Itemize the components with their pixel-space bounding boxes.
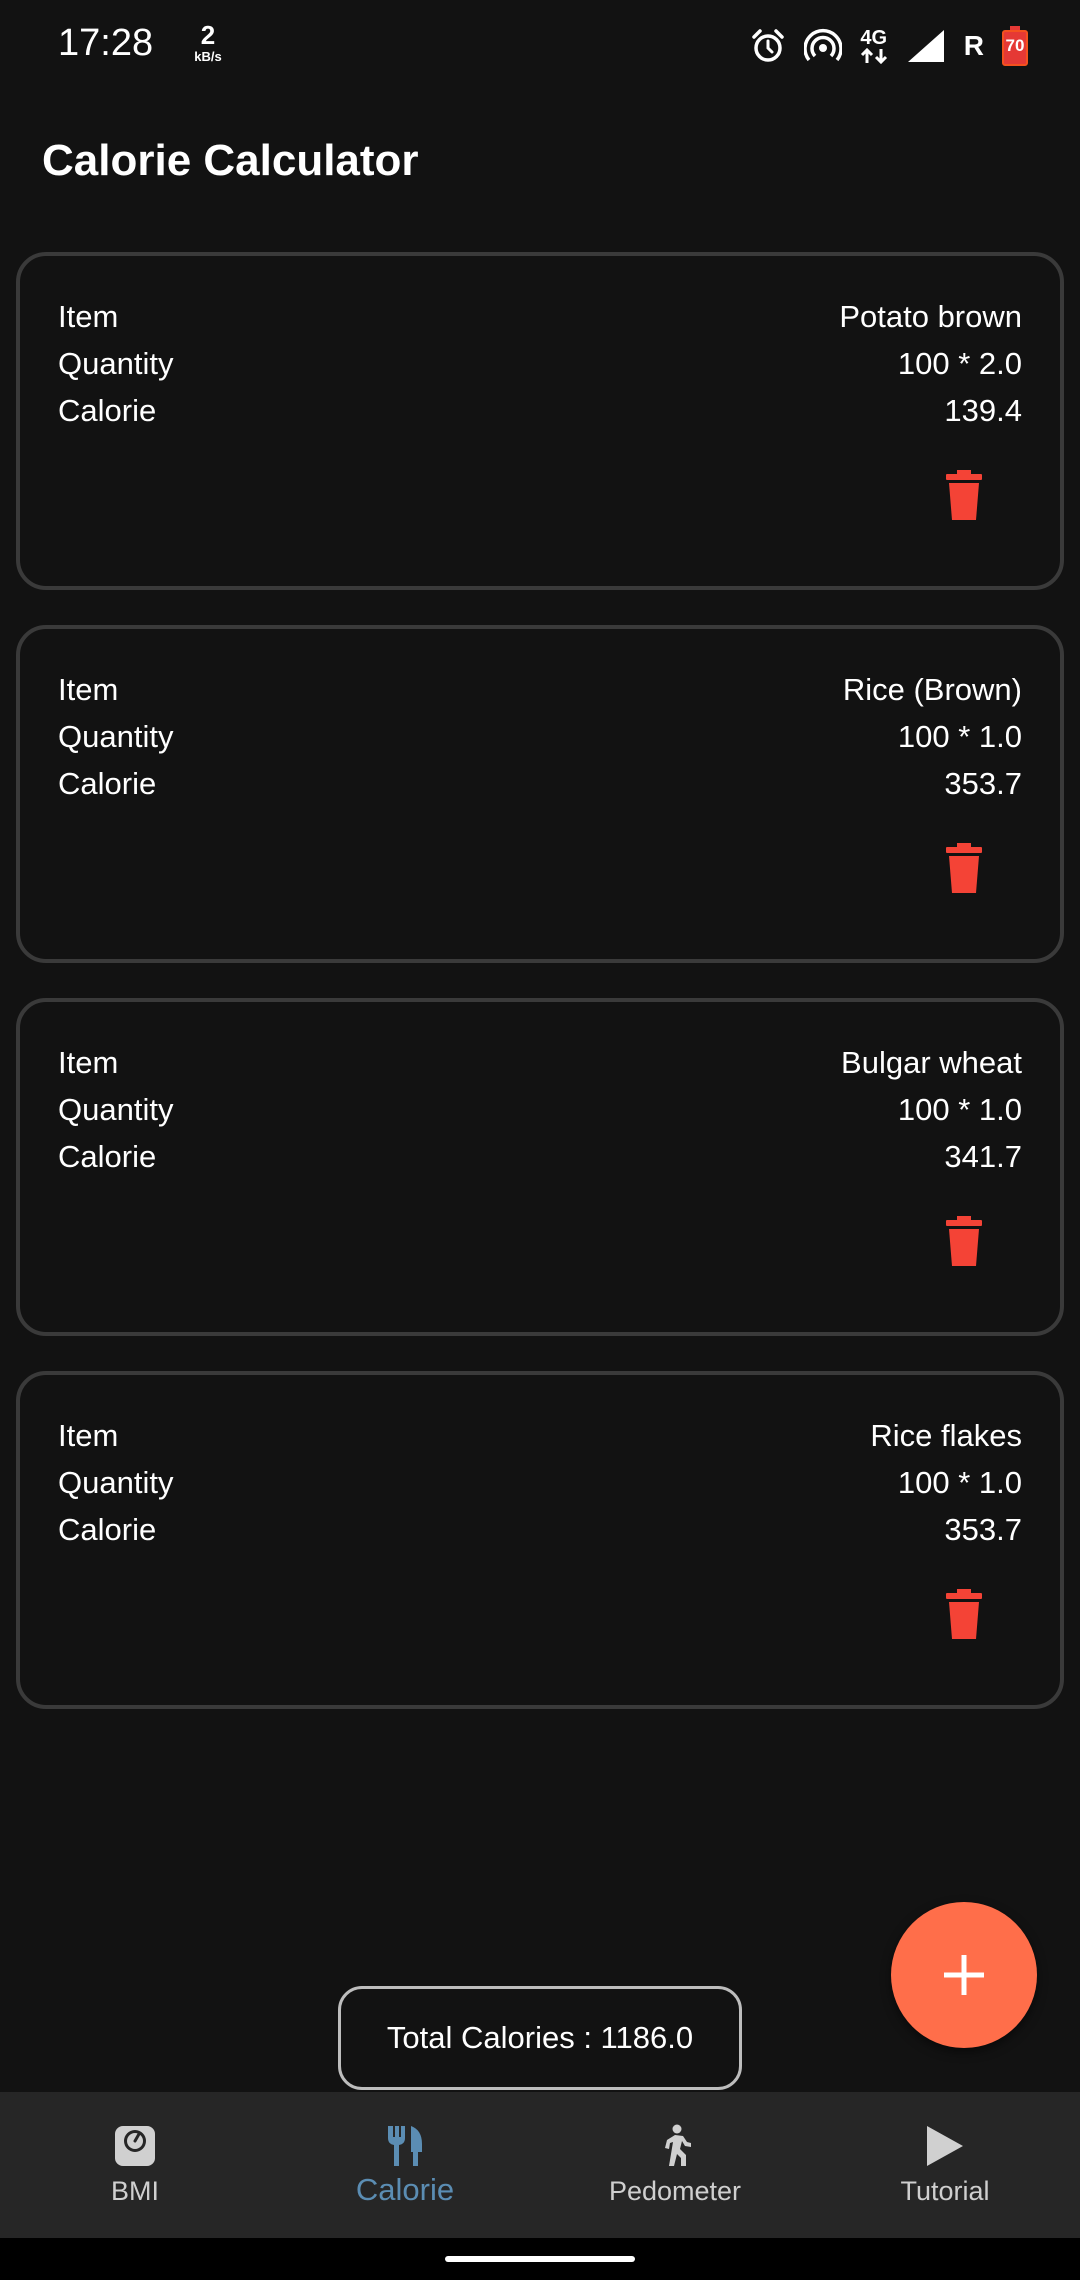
status-time: 17:28 [58, 22, 154, 64]
calorie-label: Calorie [58, 1512, 157, 1547]
item-value: Rice flakes [870, 1418, 1022, 1453]
quantity-label: Quantity [58, 346, 174, 381]
signal-icon [906, 28, 946, 64]
delete-button[interactable] [944, 843, 984, 895]
quantity-row: Quantity 100 * 1.0 [58, 1087, 1022, 1133]
walk-icon [657, 2124, 693, 2168]
roaming-indicator: R [963, 30, 984, 61]
trash-icon [946, 1589, 982, 1639]
calorie-label: Calorie [58, 393, 157, 428]
play-icon [925, 2124, 965, 2168]
delete-button[interactable] [944, 1589, 984, 1641]
item-row: Item Rice flakes [58, 1413, 1022, 1459]
quantity-value: 100 * 2.0 [897, 346, 1022, 381]
quantity-label: Quantity [58, 1465, 174, 1500]
network-type-label: 4G [860, 27, 888, 49]
item-row: Item Potato brown [58, 294, 1022, 340]
status-icons: 4G R 70 [750, 22, 1028, 70]
calorie-row: Calorie 353.7 [58, 761, 1022, 807]
food-entry-card: Item Potato brown Quantity 100 * 2.0 Cal… [16, 252, 1064, 590]
nav-label-bmi: BMI [110, 2176, 159, 2206]
calorie-value: 353.7 [944, 766, 1022, 801]
item-value: Potato brown [839, 299, 1022, 334]
battery-level: 70 [1005, 36, 1025, 55]
nav-item-calorie[interactable]: Calorie [270, 2092, 540, 2238]
quantity-row: Quantity 100 * 1.0 [58, 1460, 1022, 1506]
restaurant-icon [385, 2124, 425, 2168]
item-label: Item [58, 299, 119, 334]
item-value: Rice (Brown) [842, 672, 1022, 707]
nav-label-calorie: Calorie [355, 2172, 455, 2207]
nav-label-pedometer: Pedometer [608, 2176, 742, 2206]
calorie-value: 353.7 [944, 1512, 1022, 1547]
quantity-label: Quantity [58, 1092, 174, 1127]
calorie-value: 139.4 [944, 393, 1022, 428]
nav-item-tutorial[interactable]: Tutorial [810, 2092, 1080, 2238]
add-food-button[interactable] [891, 1902, 1037, 2048]
alarm-icon [750, 28, 786, 64]
food-entry-card: Item Bulgar wheat Quantity 100 * 1.0 Cal… [16, 998, 1064, 1336]
network-speed-value: 2 [200, 20, 216, 50]
calorie-row: Calorie 139.4 [58, 388, 1022, 434]
scale-icon [113, 2124, 157, 2168]
delete-button[interactable] [944, 1216, 984, 1268]
calorie-label: Calorie [58, 766, 157, 801]
item-value: Bulgar wheat [841, 1045, 1022, 1080]
quantity-row: Quantity 100 * 2.0 [58, 341, 1022, 387]
item-label: Item [58, 1045, 119, 1080]
food-entry-card: Item Rice (Brown) Quantity 100 * 1.0 Cal… [16, 625, 1064, 963]
item-label: Item [58, 1418, 119, 1453]
food-entry-card: Item Rice flakes Quantity 100 * 1.0 Calo… [16, 1371, 1064, 1709]
trash-icon [946, 843, 982, 893]
item-row: Item Rice (Brown) [58, 667, 1022, 713]
status-bar: 17:28 2 kB/s 4G R 70 [0, 0, 1080, 92]
delete-button[interactable] [944, 470, 984, 522]
system-gesture-bar [0, 2238, 1080, 2280]
home-gesture-handle[interactable] [445, 2256, 635, 2262]
nav-item-pedometer[interactable]: Pedometer [540, 2092, 810, 2238]
quantity-row: Quantity 100 * 1.0 [58, 714, 1022, 760]
quantity-label: Quantity [58, 719, 174, 754]
item-row: Item Bulgar wheat [58, 1040, 1022, 1086]
trash-icon [946, 1216, 982, 1266]
hotspot-icon [803, 28, 842, 64]
page-title: Calorie Calculator [42, 136, 419, 185]
calorie-value: 341.7 [944, 1139, 1022, 1174]
trash-icon [946, 470, 982, 520]
plus-icon [944, 1955, 984, 1995]
battery-icon: 70 [1002, 26, 1028, 66]
calorie-row: Calorie 353.7 [58, 1507, 1022, 1553]
network-speed-unit: kB/s [194, 49, 222, 64]
item-label: Item [58, 672, 119, 707]
total-calories-box: Total Calories : 1186.0 [338, 1986, 742, 2090]
nav-item-bmi[interactable]: BMI [0, 2092, 270, 2238]
quantity-value: 100 * 1.0 [897, 719, 1022, 754]
calorie-label: Calorie [58, 1139, 157, 1174]
network-type-icon: 4G [860, 28, 888, 64]
network-speed: 2 kB/s [180, 22, 236, 63]
quantity-value: 100 * 1.0 [897, 1465, 1022, 1500]
quantity-value: 100 * 1.0 [897, 1092, 1022, 1127]
calorie-row: Calorie 341.7 [58, 1134, 1022, 1180]
nav-label-tutorial: Tutorial [900, 2176, 990, 2206]
total-calories-text: Total Calories : 1186.0 [386, 2020, 694, 2055]
bottom-navigation: BMI Calorie Pedometer Tutorial [0, 2092, 1080, 2238]
food-entry-list: Item Potato brown Quantity 100 * 2.0 Cal… [16, 252, 1064, 1744]
